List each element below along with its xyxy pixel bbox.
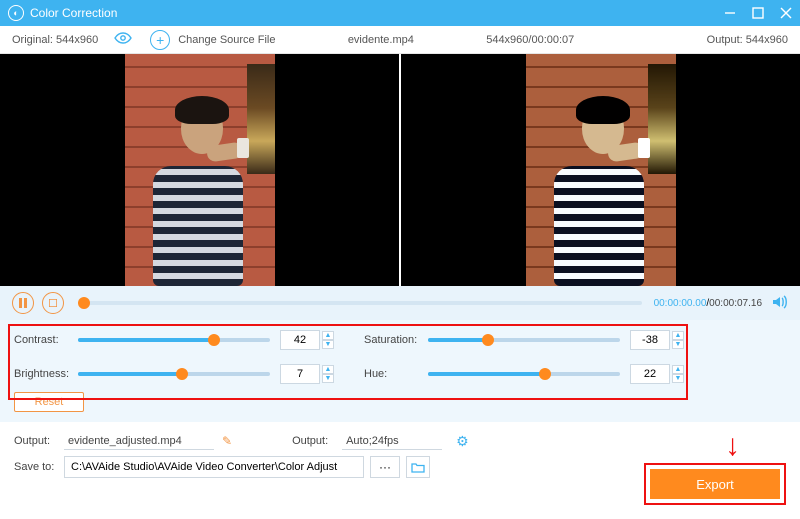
- contrast-step-up[interactable]: ▲: [322, 331, 334, 340]
- preview-adjusted: [399, 54, 800, 286]
- save-path-input[interactable]: [64, 456, 364, 478]
- brightness-step-down[interactable]: ▼: [322, 374, 334, 383]
- contrast-slider[interactable]: [78, 338, 270, 342]
- titlebar: ◐ Color Correction: [0, 0, 800, 26]
- info-bar: Original: 544x960 + Change Source File e…: [0, 26, 800, 54]
- source-filename: evidente.mp4: [348, 34, 414, 46]
- contrast-value-input[interactable]: [280, 330, 320, 350]
- contrast-label: Contrast:: [14, 334, 78, 346]
- app-logo-icon: ◐: [8, 5, 24, 21]
- edit-output-name-icon[interactable]: ✎: [222, 434, 232, 448]
- add-source-icon[interactable]: +: [150, 30, 170, 50]
- output-settings-icon[interactable]: ⚙: [456, 433, 469, 450]
- original-resolution-label: Original: 544x960: [12, 34, 98, 46]
- playback-bar: 00:00:00.00 / 00:00:07.16: [0, 286, 800, 320]
- saturation-label: Saturation:: [364, 334, 428, 346]
- color-controls-panel: Contrast: ▲▼ Saturation: ▲▼ Brightness: …: [0, 320, 800, 422]
- preview-eye-icon[interactable]: [114, 32, 132, 47]
- save-to-label: Save to:: [14, 461, 64, 473]
- saturation-step-down[interactable]: ▼: [672, 340, 684, 349]
- preview-original: [0, 54, 399, 286]
- reset-button[interactable]: Reset: [14, 392, 84, 412]
- output-format-label: Output:: [292, 435, 342, 447]
- minimize-icon[interactable]: [724, 7, 736, 19]
- time-duration: 00:00:07.16: [709, 298, 762, 309]
- open-folder-button[interactable]: [406, 456, 430, 478]
- brightness-step-up[interactable]: ▲: [322, 365, 334, 374]
- hue-slider[interactable]: [428, 372, 620, 376]
- hue-label: Hue:: [364, 368, 428, 380]
- output-resolution-label: Output: 544x960: [707, 34, 788, 46]
- change-source-button[interactable]: Change Source File: [178, 34, 275, 46]
- source-meta: 544x960/00:00:07: [486, 34, 574, 46]
- brightness-slider[interactable]: [78, 372, 270, 376]
- output-format-value[interactable]: Auto;24fps: [342, 433, 442, 450]
- export-button[interactable]: Export: [650, 469, 780, 499]
- brightness-slider-row: Brightness: ▲▼: [14, 364, 334, 384]
- output-name-label: Output:: [14, 435, 64, 447]
- hue-value-input[interactable]: [630, 364, 670, 384]
- annotation-arrow-icon: ↓: [725, 429, 740, 463]
- window-title: Color Correction: [30, 6, 117, 20]
- stop-button[interactable]: [42, 292, 64, 314]
- saturation-slider-row: Saturation: ▲▼: [364, 330, 684, 350]
- time-current: 00:00:00.00: [654, 298, 707, 309]
- hue-step-up[interactable]: ▲: [672, 365, 684, 374]
- saturation-value-input[interactable]: [630, 330, 670, 350]
- hue-slider-row: Hue: ▲▼: [364, 364, 684, 384]
- preview-area: [0, 54, 800, 286]
- annotation-export-box: Export: [644, 463, 786, 505]
- saturation-step-up[interactable]: ▲: [672, 331, 684, 340]
- export-area: Export: [644, 463, 786, 505]
- output-name-value[interactable]: evidente_adjusted.mp4: [64, 433, 214, 450]
- hue-step-down[interactable]: ▼: [672, 374, 684, 383]
- contrast-step-down[interactable]: ▼: [322, 340, 334, 349]
- brightness-value-input[interactable]: [280, 364, 320, 384]
- volume-icon[interactable]: [772, 295, 788, 312]
- maximize-icon[interactable]: [752, 7, 764, 19]
- seek-slider[interactable]: [84, 301, 642, 305]
- saturation-slider[interactable]: [428, 338, 620, 342]
- contrast-slider-row: Contrast: ▲▼: [14, 330, 334, 350]
- close-icon[interactable]: [780, 7, 792, 19]
- pause-button[interactable]: [12, 292, 34, 314]
- browse-path-button[interactable]: ···: [370, 456, 400, 478]
- brightness-label: Brightness:: [14, 368, 78, 380]
